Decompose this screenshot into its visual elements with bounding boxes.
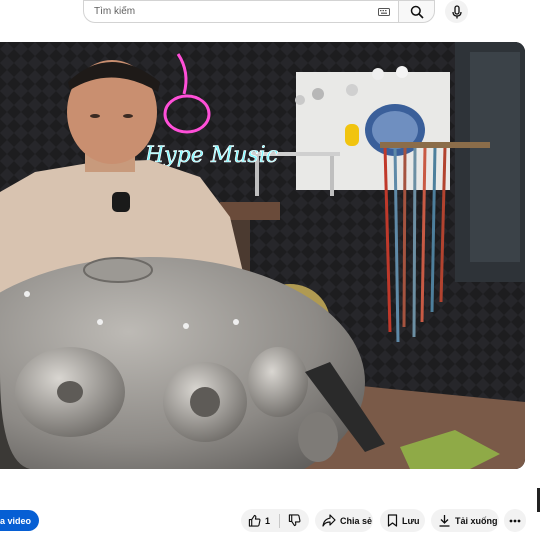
like-count: 1: [265, 515, 271, 526]
keyboard-icon[interactable]: [378, 8, 390, 16]
share-icon: [322, 514, 336, 527]
bookmark-icon: [387, 514, 398, 527]
thumbs-down-icon: [288, 514, 301, 527]
dislike-button[interactable]: [280, 509, 309, 532]
thumbs-up-icon: [248, 514, 261, 527]
save-label: Lưu: [402, 515, 420, 526]
video-player[interactable]: Hype Music: [0, 42, 525, 469]
like-button[interactable]: 1: [241, 509, 279, 532]
neon-sign-text: Hype Music: [144, 143, 278, 168]
download-label: Tải xuống: [455, 515, 498, 526]
more-actions-button[interactable]: [504, 509, 526, 532]
download-icon: [439, 515, 450, 527]
share-button[interactable]: Chia sẻ: [315, 509, 373, 532]
download-button[interactable]: Tải xuống: [431, 509, 499, 532]
video-frame: Hype Music: [0, 42, 525, 469]
share-label: Chia sẻ: [340, 515, 373, 526]
microphone-icon: [451, 4, 462, 18]
search-box[interactable]: Tìm kiếm: [83, 0, 398, 23]
search-icon: [410, 5, 424, 19]
edit-video-button[interactable]: ửa video: [0, 510, 39, 531]
search-input[interactable]: Tìm kiếm: [94, 6, 135, 17]
more-icon: [509, 519, 521, 522]
search-button[interactable]: [398, 0, 435, 23]
like-dislike-group: 1: [241, 509, 309, 532]
voice-search-button[interactable]: [445, 0, 468, 23]
save-button[interactable]: Lưu: [380, 509, 425, 532]
